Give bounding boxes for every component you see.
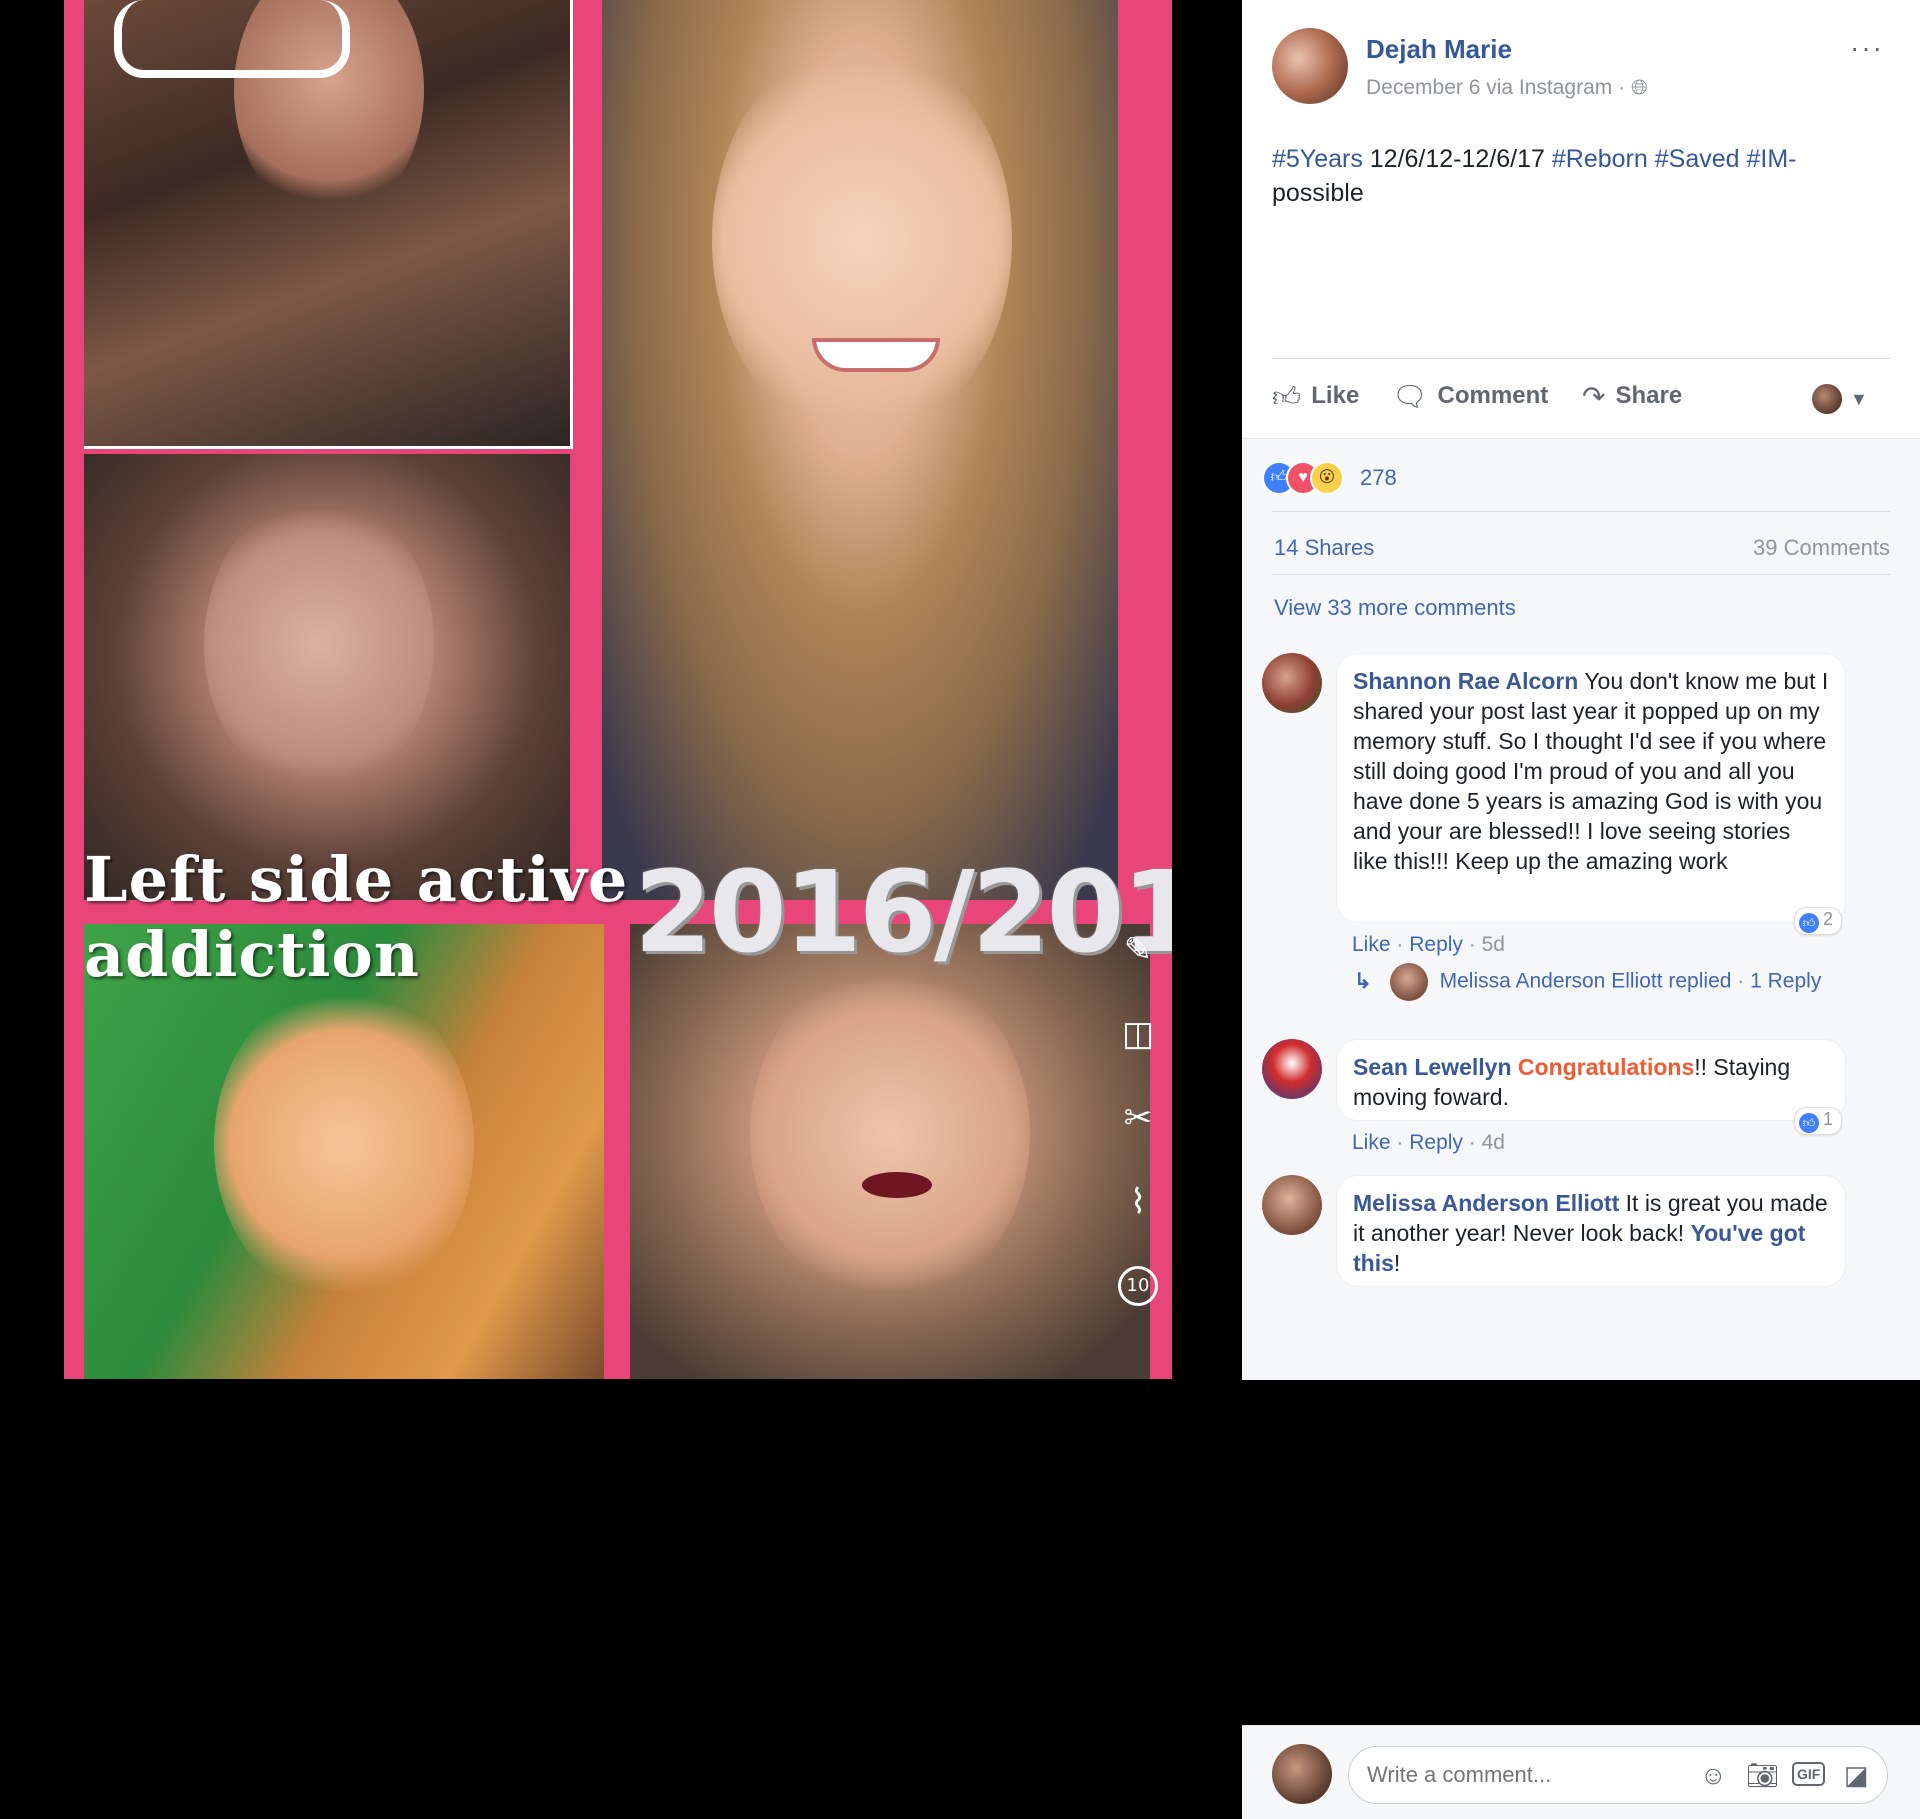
hashtag-im[interactable]: #IM- bbox=[1746, 145, 1796, 173]
sticker-icon: ◫ bbox=[1121, 1014, 1155, 1054]
comment-composer: ☺ 📷︎ GIF ◪ bbox=[1242, 1725, 1920, 1819]
more-options-button[interactable]: ··· bbox=[1850, 32, 1884, 64]
separator: · bbox=[1396, 933, 1404, 956]
paperclip-icon: ⌇ bbox=[1129, 1182, 1147, 1222]
gif-icon[interactable]: GIF bbox=[1792, 1762, 1826, 1786]
commenter-name[interactable]: Shannon Rae Alcorn bbox=[1353, 668, 1578, 694]
globe-icon: 🌐︎ bbox=[1630, 76, 1648, 99]
caption-line-1: Left side active bbox=[84, 843, 629, 916]
collage-image: Left side active addiction 2016/2017 ✎ ◫… bbox=[64, 0, 1172, 1379]
timer-value: 10 bbox=[1126, 1275, 1150, 1296]
meta-separator: · bbox=[1618, 76, 1626, 99]
comment-icon: 🗨︎ bbox=[1392, 381, 1428, 412]
caret-down-icon: ▼ bbox=[1850, 388, 1868, 409]
separator: · bbox=[1468, 1131, 1476, 1154]
comment-age[interactable]: 5d bbox=[1482, 933, 1505, 956]
camera-icon[interactable]: 📷︎ bbox=[1746, 1762, 1779, 1788]
post-text: #5Years 12/6/12-12/6/17 #Reborn #Saved #… bbox=[1272, 142, 1852, 210]
replies-summary[interactable]: ↳ Melissa Anderson Elliott replied · 1 Re… bbox=[1354, 963, 1821, 1001]
hashtag-saved[interactable]: #Saved bbox=[1655, 145, 1740, 173]
hashtag-reborn[interactable]: #Reborn bbox=[1552, 145, 1648, 173]
photo-tile-smiling bbox=[602, 0, 1118, 900]
comment-like-link[interactable]: Like bbox=[1352, 1131, 1391, 1154]
comment-bubble: Melissa Anderson Elliott It is great you… bbox=[1336, 1175, 1846, 1287]
comment-text: You don't know me but I shared your post… bbox=[1353, 668, 1829, 874]
selector-avatar bbox=[1812, 384, 1842, 414]
caption-line-2: addiction bbox=[84, 918, 420, 991]
comment-bubble: Sean Lewellyn Congratulations!! Staying … bbox=[1336, 1039, 1846, 1121]
like-button[interactable]: 👍︎ Like bbox=[1272, 380, 1359, 414]
hashtag-5years[interactable]: #5Years bbox=[1272, 145, 1363, 173]
share-label: Share bbox=[1615, 382, 1683, 409]
comment-actions: Like · Reply · 4d bbox=[1352, 1131, 1505, 1155]
commenter-avatar[interactable] bbox=[1262, 1175, 1322, 1235]
comment-likes: 2 bbox=[1822, 909, 1833, 929]
divider bbox=[1272, 358, 1890, 359]
separator: · bbox=[1396, 1131, 1404, 1154]
like-icon: 👍︎ bbox=[1798, 1113, 1819, 1133]
comment-reply-link[interactable]: Reply bbox=[1409, 1131, 1463, 1154]
share-icon: ↷ bbox=[1582, 381, 1606, 412]
photo-tile-glam bbox=[630, 924, 1150, 1379]
share-button[interactable]: ↷ Share bbox=[1582, 380, 1682, 413]
separator: · bbox=[1468, 933, 1476, 956]
reaction-count[interactable]: 278 bbox=[1360, 465, 1397, 491]
comment-button[interactable]: 🗨︎ Comment bbox=[1392, 380, 1548, 413]
comment-bubble: Shannon Rae Alcorn You don't know me but… bbox=[1336, 653, 1846, 923]
divider bbox=[1272, 511, 1890, 512]
author-name[interactable]: Dejah Marie bbox=[1366, 34, 1512, 65]
comments-count[interactable]: 39 Comments bbox=[1753, 535, 1890, 561]
comment-like-count[interactable]: 👍︎ 2 bbox=[1793, 907, 1842, 935]
divider bbox=[1272, 574, 1890, 575]
sticker-icon[interactable]: ◪ bbox=[1844, 1762, 1869, 1788]
post-meta: December 6 via Instagram · 🌐︎ bbox=[1366, 76, 1648, 100]
post-side-panel: Dejah Marie December 6 via Instagram · 🌐… bbox=[1242, 0, 1920, 1819]
photo-tile-redhead bbox=[84, 924, 604, 1379]
post-dates: 12/6/12-12/6/17 bbox=[1362, 145, 1552, 173]
thumbs-up-icon: 👍︎ bbox=[1272, 381, 1302, 412]
comment-reply-link[interactable]: Reply bbox=[1409, 933, 1463, 956]
view-more-comments-link[interactable]: View 33 more comments bbox=[1274, 595, 1516, 621]
photo-viewer[interactable]: Left side active addiction 2016/2017 ✎ ◫… bbox=[0, 0, 1242, 1379]
snapchat-tools: ✎ ◫ ✂ ⌇ 10 bbox=[1118, 930, 1172, 1350]
post-text-rest: possible bbox=[1272, 179, 1364, 207]
comment-tag-end: ! bbox=[1393, 1250, 1401, 1276]
feedback-section: 👍︎ ♥ 😮︎ 278 14 Shares 39 Comments View 33 … bbox=[1242, 438, 1920, 1819]
separator: · bbox=[1737, 969, 1745, 993]
comment-actions: Like · Reply · 5d bbox=[1352, 933, 1505, 957]
congratulations-highlight: Congratulations bbox=[1517, 1054, 1695, 1080]
comment-like-link[interactable]: Like bbox=[1352, 933, 1391, 956]
user-avatar[interactable] bbox=[1272, 1744, 1332, 1804]
comment-like-count[interactable]: 👍︎ 1 bbox=[1793, 1107, 1842, 1135]
comment-label: Comment bbox=[1437, 382, 1549, 409]
reply-arrow-icon: ↳ bbox=[1354, 969, 1372, 993]
post-as-selector[interactable]: ▼ bbox=[1812, 384, 1868, 414]
commenter-avatar[interactable] bbox=[1262, 1039, 1322, 1099]
scissors-icon: ✂ bbox=[1123, 1098, 1153, 1138]
timer-icon: 10 bbox=[1118, 1266, 1158, 1306]
replier-name: Melissa Anderson Elliott replied bbox=[1439, 969, 1732, 993]
photo-tile-top-left bbox=[84, 0, 573, 449]
comment-age[interactable]: 4d bbox=[1482, 1131, 1505, 1154]
emoji-icon[interactable]: ☺ bbox=[1700, 1762, 1727, 1788]
post-date[interactable]: December 6 via Instagram bbox=[1366, 76, 1612, 99]
shares-count[interactable]: 14 Shares bbox=[1274, 535, 1374, 561]
wow-reaction-icon: 😮︎ bbox=[1310, 461, 1344, 495]
comment-likes: 1 bbox=[1822, 1109, 1833, 1129]
year-caption: 2016/2017 bbox=[634, 848, 1172, 978]
reaction-icons[interactable]: 👍︎ ♥ 😮︎ bbox=[1262, 461, 1344, 495]
author-avatar[interactable] bbox=[1272, 28, 1348, 104]
commenter-avatar[interactable] bbox=[1262, 653, 1322, 713]
photo-tile-mugshot bbox=[84, 454, 570, 900]
commenter-name[interactable]: Melissa Anderson Elliott bbox=[1353, 1190, 1619, 1216]
pencil-icon: ✎ bbox=[1123, 930, 1153, 970]
like-label: Like bbox=[1311, 382, 1360, 409]
commenter-name[interactable]: Sean Lewellyn bbox=[1353, 1054, 1512, 1080]
like-icon: 👍︎ bbox=[1798, 913, 1819, 933]
replier-avatar bbox=[1389, 963, 1428, 1001]
reply-count: 1 Reply bbox=[1750, 969, 1822, 993]
